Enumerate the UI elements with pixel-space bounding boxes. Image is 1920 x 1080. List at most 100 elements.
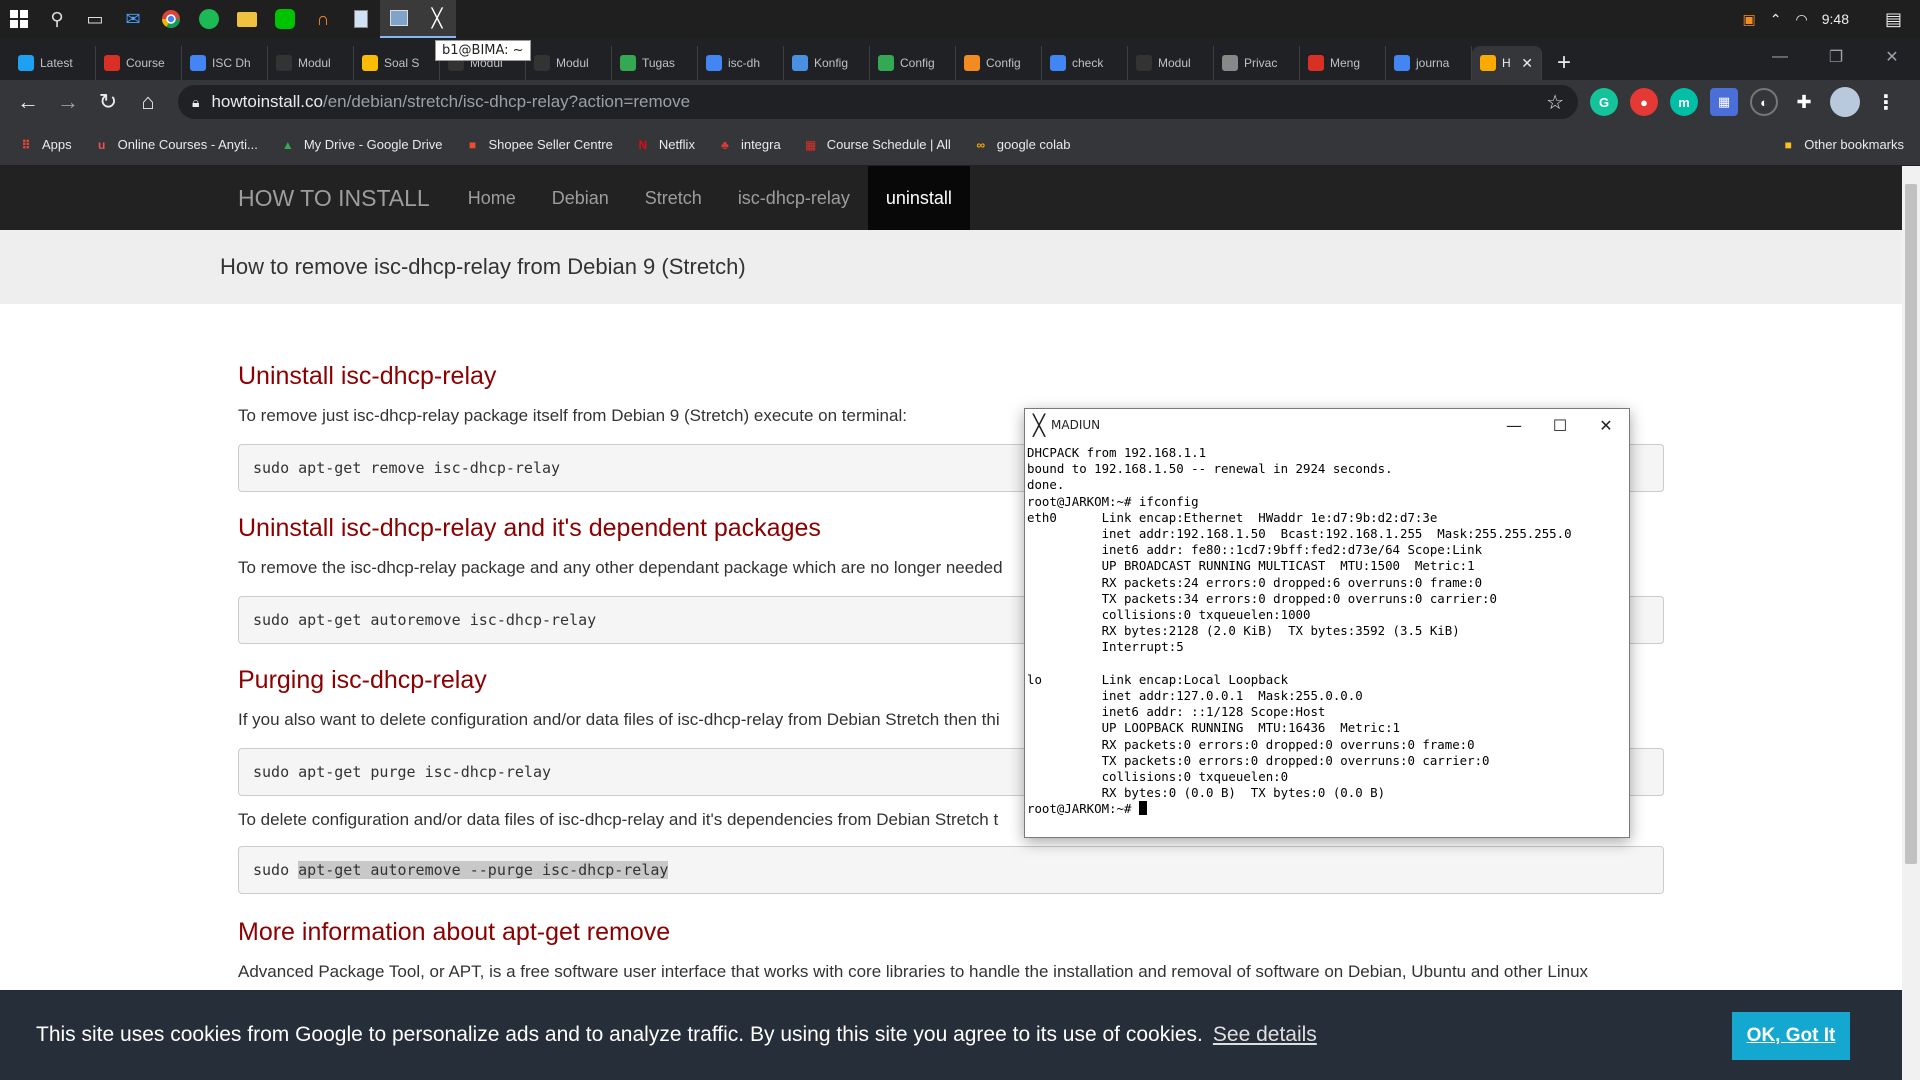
bookmark-label: Shopee Seller Centre bbox=[488, 137, 613, 152]
browser-tab[interactable]: Latest bbox=[10, 46, 96, 80]
cookie-banner: This site uses cookies from Google to pe… bbox=[0, 990, 1902, 1080]
bookmark-item[interactable]: u Online Courses - Anyti... bbox=[94, 137, 258, 153]
ext-dark-icon[interactable]: ◐ bbox=[1750, 88, 1778, 116]
file-explorer-icon[interactable] bbox=[228, 0, 266, 38]
tab-label: Config bbox=[986, 56, 1021, 70]
minimize-icon[interactable]: — bbox=[1752, 38, 1808, 76]
tab-label: Tugas bbox=[642, 56, 675, 70]
tab-favicon-icon bbox=[18, 55, 34, 71]
cookie-ok-button[interactable]: OK, Got It bbox=[1732, 1012, 1850, 1060]
site-brand[interactable]: HOW TO INSTALL bbox=[238, 185, 430, 212]
mail-icon[interactable]: ✉ bbox=[114, 0, 152, 38]
other-bookmarks[interactable]: ■ Other bookmarks bbox=[1780, 137, 1904, 153]
back-icon[interactable]: ← bbox=[8, 84, 48, 120]
tab-favicon-icon bbox=[1222, 55, 1238, 71]
new-tab-button[interactable]: + bbox=[1542, 46, 1586, 80]
ext-calendar-icon[interactable]: ▦ bbox=[1710, 88, 1738, 116]
browser-tab[interactable]: Privac bbox=[1214, 46, 1300, 80]
chrome-icon[interactable] bbox=[152, 0, 190, 38]
browser-tab[interactable]: Config bbox=[870, 46, 956, 80]
terminal-titlebar[interactable]: ╳ MADIUN — ☐ ✕ bbox=[1025, 409, 1629, 441]
tab-close-icon[interactable]: ✕ bbox=[1521, 55, 1533, 72]
bookmark-label: Apps bbox=[42, 137, 72, 152]
nav-stretch[interactable]: Stretch bbox=[627, 166, 720, 230]
menu-kebab-icon[interactable]: ⋮ bbox=[1872, 88, 1900, 116]
nav-package[interactable]: isc-dhcp-relay bbox=[720, 166, 868, 230]
forward-icon[interactable]: → bbox=[48, 84, 88, 120]
close-icon[interactable]: ✕ bbox=[1864, 38, 1920, 76]
tray-app-icon[interactable]: ▣ bbox=[1743, 11, 1756, 28]
browser-tab[interactable]: Modul bbox=[1128, 46, 1214, 80]
taskbar-tooltip: b1@BIMA: ~ bbox=[435, 40, 531, 61]
address-bar[interactable]: 🔒︎ howtoinstall.co/en/debian/stretch/isc… bbox=[178, 85, 1578, 119]
browser-tab[interactable]: check bbox=[1042, 46, 1128, 80]
clock[interactable]: 9:48 bbox=[1822, 11, 1849, 27]
putty-icon[interactable] bbox=[380, 0, 418, 38]
tab-favicon-icon bbox=[362, 55, 378, 71]
lock-icon[interactable]: 🔒︎ bbox=[192, 94, 199, 111]
page-scrollbar[interactable] bbox=[1902, 166, 1920, 1080]
tab-label: Modul bbox=[298, 56, 331, 70]
tab-favicon-icon bbox=[620, 55, 636, 71]
bookmark-item[interactable]: ■ Shopee Seller Centre bbox=[465, 137, 613, 153]
browser-tab[interactable]: Meng bbox=[1300, 46, 1386, 80]
home-icon[interactable]: ⌂ bbox=[128, 84, 168, 120]
browser-tab[interactable]: ISC Dh bbox=[182, 46, 268, 80]
bookmark-item[interactable]: N Netflix bbox=[635, 137, 694, 153]
browser-tab[interactable]: Tugas bbox=[612, 46, 698, 80]
notepad-icon[interactable] bbox=[342, 0, 380, 38]
bookmark-item[interactable]: ▲ My Drive - Google Drive bbox=[280, 137, 443, 153]
tab-favicon-icon bbox=[1050, 55, 1066, 71]
terminal-output[interactable]: DHCPACK from 192.168.1.1 bound to 192.16… bbox=[1025, 441, 1629, 837]
code-block-autoremove-purge[interactable]: sudo apt-get autoremove --purge isc-dhcp… bbox=[238, 846, 1664, 894]
browser-tab[interactable]: Konfig bbox=[784, 46, 870, 80]
scrollbar-thumb[interactable] bbox=[1905, 184, 1917, 864]
terminal-window[interactable]: ╳ MADIUN — ☐ ✕ DHCPACK from 192.168.1.1 … bbox=[1024, 408, 1630, 838]
browser-tab[interactable]: Course bbox=[96, 46, 182, 80]
extensions-puzzle-icon[interactable]: ✚ bbox=[1790, 88, 1818, 116]
browser-tab[interactable]: journa bbox=[1386, 46, 1472, 80]
notification-icon[interactable]: ▤ bbox=[1885, 9, 1902, 30]
browser-tab[interactable]: Modul bbox=[268, 46, 354, 80]
task-view-icon[interactable]: ▭ bbox=[76, 0, 114, 38]
terminal-maximize-icon[interactable]: ☐ bbox=[1537, 416, 1583, 435]
section-more-info-heading: More information about apt-get remove bbox=[238, 918, 671, 946]
bookmark-item[interactable]: ♣ integra bbox=[717, 137, 781, 153]
spotify-icon[interactable] bbox=[190, 0, 228, 38]
nav-uninstall[interactable]: uninstall bbox=[867, 166, 970, 230]
bookmark-star-icon[interactable]: ☆ bbox=[1546, 90, 1564, 115]
browser-tab[interactable]: Soal S bbox=[354, 46, 440, 80]
grammarly-icon[interactable]: G bbox=[1590, 88, 1618, 116]
browser-tab[interactable]: isc-dh bbox=[698, 46, 784, 80]
terminal-close-icon[interactable]: ✕ bbox=[1583, 416, 1629, 435]
cookie-details-link[interactable]: See details bbox=[1213, 1023, 1317, 1047]
profile-avatar[interactable] bbox=[1830, 87, 1860, 117]
maximize-icon[interactable]: ❐ bbox=[1808, 38, 1864, 76]
search-icon[interactable]: ⚲ bbox=[38, 0, 76, 38]
tab-label: journa bbox=[1416, 56, 1450, 70]
nav-debian[interactable]: Debian bbox=[534, 166, 627, 230]
bookmark-item[interactable]: ▦ Course Schedule | All bbox=[803, 137, 951, 153]
reload-icon[interactable]: ↻ bbox=[88, 84, 128, 120]
browser-tab-active[interactable]: H ✕ bbox=[1472, 46, 1542, 80]
app-icon-orange[interactable]: ∩ bbox=[304, 0, 342, 38]
bookmark-item[interactable]: ⠿ Apps bbox=[18, 137, 72, 153]
url-path: /en/debian/stretch/isc-dhcp-relay?action… bbox=[322, 92, 691, 111]
selected-text: apt-get autoremove --purge isc-dhcp-rela… bbox=[298, 861, 669, 879]
tray-chevron-icon[interactable]: ⌃ bbox=[1770, 11, 1782, 28]
ext-red-icon[interactable]: ● bbox=[1630, 88, 1658, 116]
terminal-title: MADIUN bbox=[1051, 418, 1101, 432]
browser-tab[interactable]: Config bbox=[956, 46, 1042, 80]
xming-icon[interactable]: ╳ bbox=[418, 0, 456, 38]
udemy-icon: u bbox=[97, 137, 106, 152]
terminal-minimize-icon[interactable]: — bbox=[1491, 416, 1537, 435]
windows-start-icon[interactable] bbox=[0, 0, 38, 38]
line-icon[interactable] bbox=[266, 0, 304, 38]
bookmark-item[interactable]: ∞ google colab bbox=[973, 137, 1070, 153]
nav-home[interactable]: Home bbox=[450, 166, 534, 230]
browser-tab[interactable]: Modul bbox=[526, 46, 612, 80]
folder-icon: ■ bbox=[1784, 137, 1792, 152]
wifi-icon[interactable]: ◠ bbox=[1796, 11, 1808, 28]
ext-m-icon[interactable]: m bbox=[1670, 88, 1698, 116]
tab-label: Privac bbox=[1244, 56, 1278, 70]
